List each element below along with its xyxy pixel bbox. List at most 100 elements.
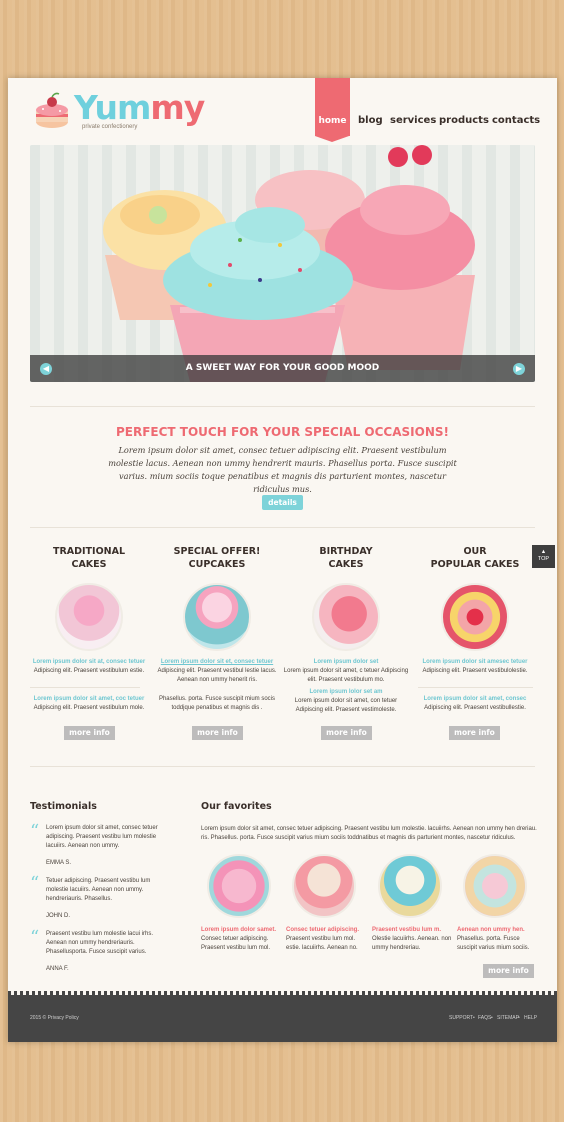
footer-link-faqs[interactable]: FAQS — [478, 1015, 491, 1021]
divider — [418, 687, 533, 688]
brand-name-part2: my — [150, 88, 205, 127]
testimonial-text: Tetuer adipiscing. Praesent vestibu lum … — [46, 878, 151, 902]
hero-slider: A SWEET WAY FOR YOUR GOOD MOOD ◀ ▶ — [30, 145, 535, 382]
divider — [30, 687, 140, 688]
column-title: TRADITIONAL CAKES — [25, 545, 153, 571]
column-link[interactable]: Lorem ipsum dolor sit amet, consec — [411, 695, 539, 704]
column-text: Lorem ipsum dolor sit amet, con tetuer A… — [294, 698, 398, 713]
brand-name-part1: Yum — [74, 88, 151, 127]
favorites-intro: Lorem ipsum dolor sit amet, consec tetue… — [201, 826, 537, 841]
quote-icon: “ — [30, 927, 40, 948]
cupcakes-hero-image — [30, 145, 535, 382]
favorite-item-4: Aenean non ummy hen. Phasellus. porta. F… — [457, 926, 539, 953]
column-popular-text2: Lorem ipsum dolor sit amet, consec Adipi… — [411, 695, 539, 713]
column-title-line2: POPULAR CAKES — [430, 559, 520, 570]
arrow-right-icon[interactable]: ▶ — [513, 363, 525, 375]
column-text: Adipiscing elit. Praesent vestibullestie… — [424, 705, 526, 711]
column-title: OUR POPULAR CAKES — [411, 545, 539, 571]
column-title-line1: TRADITIONAL — [52, 546, 125, 557]
favorite-title[interactable]: Aenean non ummy hen. — [457, 926, 539, 935]
column-special-text: Lorem ipsum dolor sit et, consec tetuer … — [153, 658, 281, 685]
favorite-text: Olestie lacuiirhs. Aenean. non ummy hend… — [372, 936, 452, 951]
nav-item-contacts[interactable]: contacts — [492, 115, 540, 126]
scroll-top-label: TOP — [537, 556, 550, 562]
column-title: SPECIAL OFFER! CUPCAKES — [153, 545, 281, 571]
divider — [30, 406, 535, 407]
column-link[interactable]: Lorem ipsum lolor set am — [282, 688, 410, 697]
favorite-text: Consec tetuer adipiscing. Praesent vesti… — [201, 936, 271, 951]
column-special-offer: SPECIAL OFFER! CUPCAKES — [153, 545, 281, 651]
birthday-cake-image[interactable] — [312, 583, 380, 651]
divider — [30, 527, 535, 528]
brand-logo[interactable]: Yummy — [74, 88, 205, 127]
more-info-button[interactable]: more info — [321, 726, 372, 740]
footer-separator: • — [473, 1015, 475, 1021]
footer: 2015 © Privacy Policy SUPPORT • FAQS • S… — [8, 991, 557, 1042]
column-text: Adipiscing elit. Praesent vestibulum mol… — [33, 705, 145, 711]
column-traditional-text2: Lorem ipsum dolor sit amet, coc tetuer A… — [25, 695, 153, 713]
column-link[interactable]: Lorem ipsum dolor sit amet, coc tetuer — [25, 695, 153, 704]
column-title-line2: CUPCAKES — [188, 559, 246, 570]
footer-link-sitemap[interactable]: SITEMAP — [497, 1015, 519, 1021]
column-text: Phasellus. porta. Fusce suscipit mium so… — [158, 696, 276, 711]
column-link[interactable]: Lorem ipsum dolor set — [282, 658, 410, 667]
nav-item-home[interactable]: home — [315, 78, 350, 142]
quote-icon: “ — [30, 873, 40, 894]
more-info-button[interactable]: more info — [192, 726, 243, 740]
favorite-title[interactable]: Praesent vestibu lum m. — [372, 926, 454, 935]
column-text: Adipiscing elit. Praesent vestibulum est… — [33, 668, 145, 674]
nav-item-products[interactable]: products — [439, 115, 489, 126]
favorites-title: Our favorites — [201, 801, 272, 812]
footer-link-support[interactable]: SUPPORT — [449, 1015, 473, 1021]
column-text: Lorem ipsum dolor sit amet, c tetuer Adi… — [283, 668, 409, 683]
page: Yummy private confectionery home blog se… — [8, 78, 557, 1042]
favorite-item-2: Consec tetuer adipiscing. Praesent vesti… — [286, 926, 368, 953]
column-text: Adipiscing elit. Praesent vestibulolesti… — [422, 668, 528, 674]
favorite-image-2[interactable] — [292, 854, 356, 918]
nav-item-services[interactable]: services — [390, 115, 436, 126]
favorite-title[interactable]: Consec tetuer adipiscing. — [286, 926, 368, 935]
favorite-image-4[interactable] — [463, 854, 527, 918]
more-info-button[interactable]: more info — [449, 726, 500, 740]
column-title-line1: BIRTHDAY — [319, 546, 373, 557]
traditional-cake-image[interactable] — [55, 583, 123, 651]
column-link[interactable]: Lorem ipsum dolor sit at, consec tetuer — [25, 658, 153, 667]
quote-icon: “ — [30, 821, 40, 842]
cake-logo-icon — [36, 92, 68, 128]
column-link[interactable]: Lorem ipsum dolor sit et, consec tetuer — [153, 658, 281, 667]
nav-item-blog[interactable]: blog — [358, 115, 383, 126]
brand-tagline: private confectionery — [82, 124, 138, 130]
arrow-left-icon[interactable]: ◀ — [40, 363, 52, 375]
footer-separator: • — [518, 1015, 520, 1021]
column-link[interactable]: Lorem ipsum dolor sit amesec tetuer — [411, 658, 539, 667]
more-info-button[interactable]: more info — [64, 726, 115, 740]
footer-copyright[interactable]: 2015 © Privacy Policy — [30, 1015, 79, 1021]
column-text: Adipiscing elit. Praesent vestibul lesti… — [157, 668, 277, 683]
favorite-item-1: Lorem ipsum dolor samet. Consec tetuer a… — [201, 926, 283, 953]
scroll-top-button[interactable]: ▲ TOP — [532, 545, 555, 568]
favorite-image-3[interactable] — [378, 854, 442, 918]
footer-link-help[interactable]: HELP — [524, 1015, 537, 1021]
column-title-line1: OUR — [463, 546, 487, 557]
column-title: BIRTHDAY CAKES — [282, 545, 410, 571]
column-popular-text: Lorem ipsum dolor sit amesec tetuer Adip… — [411, 658, 539, 676]
testimonial-author: EMMA S. — [46, 860, 72, 866]
details-button[interactable]: details — [262, 495, 303, 510]
testimonial-text: Lorem ipsum dolor sit amet, consec tetue… — [46, 825, 158, 849]
testimonial-author: JOHN D. — [46, 913, 70, 919]
slider-caption-bar: A SWEET WAY FOR YOUR GOOD MOOD — [30, 355, 535, 382]
column-popular-cakes: OUR POPULAR CAKES — [411, 545, 539, 651]
popular-cake-image[interactable] — [441, 583, 509, 651]
scroll-top-icon: ▲ — [540, 549, 547, 555]
column-title-line1: SPECIAL OFFER! — [173, 546, 261, 557]
favorite-image-1[interactable] — [207, 854, 271, 918]
favorite-item-3: Praesent vestibu lum m. Olestie lacuiirh… — [372, 926, 454, 953]
testimonials-title: Testimonials — [30, 801, 97, 812]
favorites-more-info-button[interactable]: more info — [483, 964, 534, 978]
favorite-title[interactable]: Lorem ipsum dolor samet. — [201, 926, 283, 935]
occasions-title: PERFECT TOUCH FOR YOUR SPECIAL OCCASIONS… — [116, 425, 449, 439]
cupcake-image[interactable] — [183, 583, 251, 651]
slider-caption: A SWEET WAY FOR YOUR GOOD MOOD — [185, 363, 380, 373]
column-traditional-cakes: TRADITIONAL CAKES — [25, 545, 153, 651]
column-special-text2: Phasellus. porta. Fusce suscipit mium so… — [153, 695, 281, 713]
